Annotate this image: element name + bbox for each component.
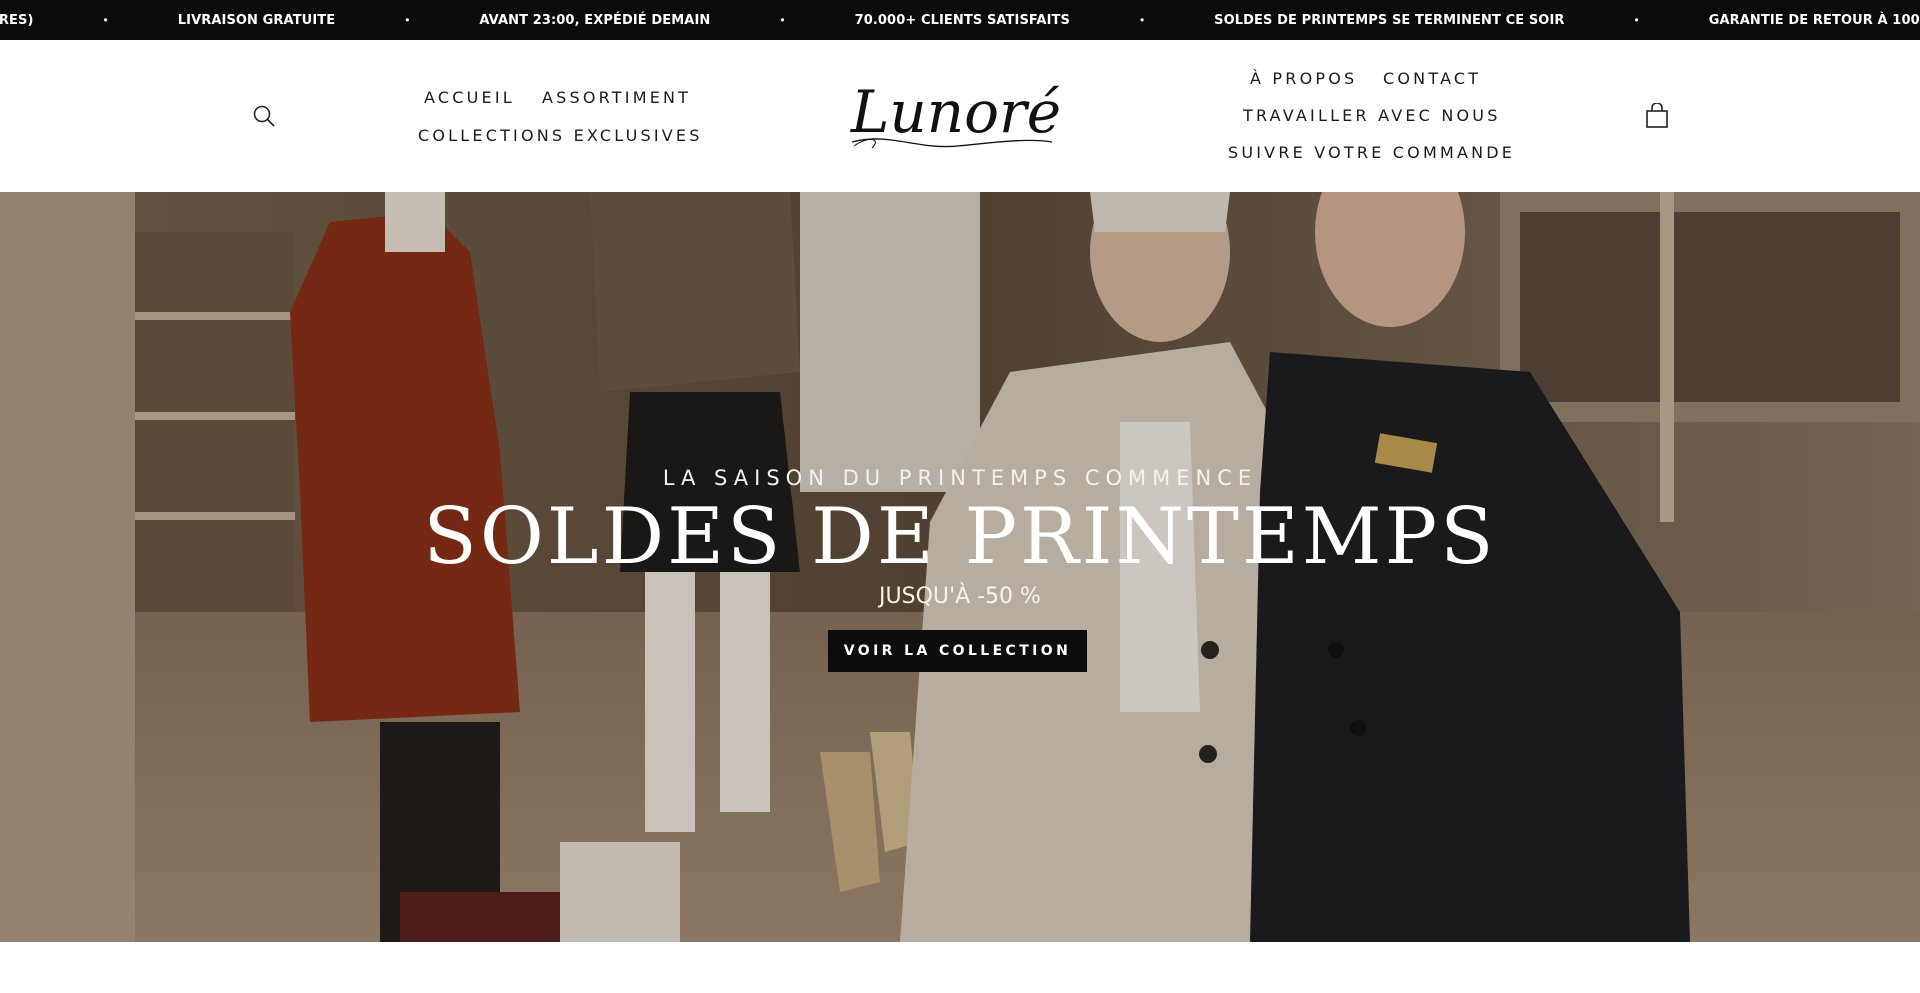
- logo-graphic: Lunoré: [850, 78, 1061, 149]
- nav-link-assortiment[interactable]: ASSORTIMENT: [542, 88, 691, 107]
- nav-link-accueil[interactable]: ACCUEIL: [424, 88, 515, 107]
- nav-link-suivre-votre-commande[interactable]: SUIVRE VOTRE COMMANDE: [1228, 143, 1515, 162]
- hero-discount: JUSQU'À -50 %: [879, 584, 1041, 609]
- nav-link-contact[interactable]: CONTACT: [1383, 69, 1481, 88]
- announcement-separator: •: [405, 13, 410, 27]
- hero-subtitle: LA SAISON DU PRINTEMPS COMMENCE: [662, 466, 1258, 490]
- announcement-separator: •: [1139, 13, 1145, 27]
- announcement-track: IRES) • LIVRAISON GRATUITE • AVANT 23:00…: [0, 0, 1920, 40]
- announcement-item: 70.000+ CLIENTS SATISFAITS: [854, 12, 1070, 28]
- shopping-bag-icon: [1646, 103, 1668, 128]
- cart-button[interactable]: [1643, 102, 1671, 130]
- announcement-item: AVANT 23:00, EXPÉDIÉ DEMAIN: [479, 12, 711, 28]
- announcement-separator: •: [780, 13, 785, 27]
- announcement-item: LIVRAISON GRATUITE: [177, 12, 336, 28]
- view-collection-button[interactable]: VOIR LA COLLECTION: [828, 630, 1087, 672]
- announcement-item: GARANTIE DE RETOUR À 100%: [1708, 12, 1920, 28]
- search-button[interactable]: [250, 102, 278, 130]
- announcement-item: IRES): [0, 12, 34, 28]
- nav-link-travailler-avec-nous[interactable]: TRAVAILLER AVEC NOUS: [1243, 106, 1501, 125]
- site-header: ACCUEIL ASSORTIMENT COLLECTIONS EXCLUSIV…: [0, 40, 1920, 192]
- announcement-bar: IRES) • LIVRAISON GRATUITE • AVANT 23:00…: [0, 0, 1920, 40]
- nav-link-collections-exclusives[interactable]: COLLECTIONS EXCLUSIVES: [418, 126, 703, 145]
- announcement-separator: •: [1634, 13, 1639, 27]
- logo-text: Lunoré: [850, 78, 1061, 146]
- logo[interactable]: Lunoré: [848, 76, 1064, 158]
- announcement-item: SOLDES DE PRINTEMPS SE TERMINENT CE SOIR: [1214, 12, 1565, 28]
- announcement-separator: •: [103, 13, 108, 27]
- nav-link-a-propos[interactable]: À PROPOS: [1250, 69, 1357, 88]
- hero-title: SOLDES DE PRINTEMPS: [423, 492, 1497, 582]
- hero-banner: LA SAISON DU PRINTEMPS COMMENCE SOLDES D…: [0, 192, 1920, 942]
- search-icon: [253, 105, 275, 127]
